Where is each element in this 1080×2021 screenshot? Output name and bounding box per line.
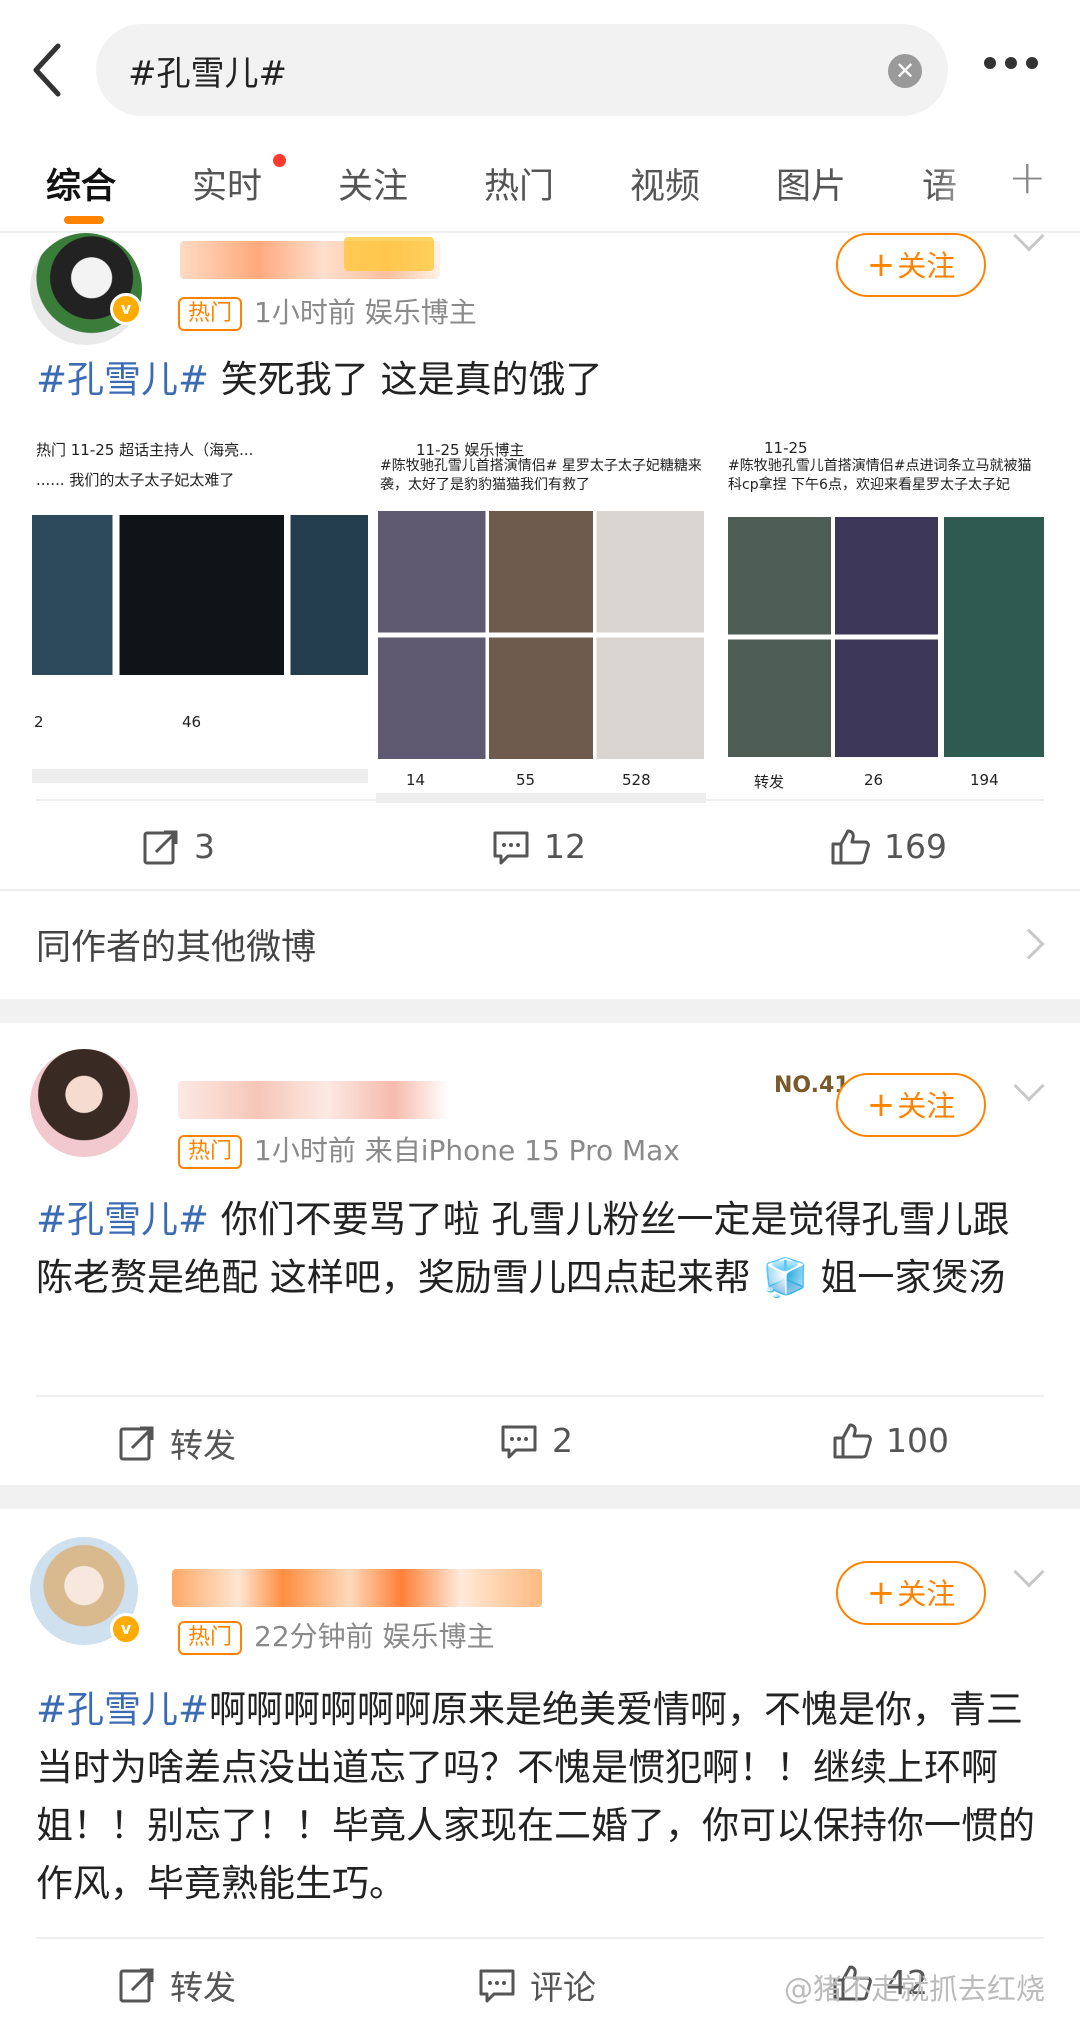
comment-icon <box>493 831 529 864</box>
hashtag-link[interactable]: #孔雪儿# <box>36 358 209 401</box>
tab-hot[interactable]: 热门 <box>484 158 554 209</box>
username-blurred[interactable] <box>178 1081 448 1119</box>
watermark: @猪不走就抓去红烧 <box>784 1972 1046 2006</box>
embedded-image-2[interactable]: 11-25 娱乐博主 #陈牧驰孔雪儿首搭演情侣# 星罗太子太子妃糖糖来袭，太好了… <box>376 433 706 803</box>
search-tabs: 综合 实时 关注 热门 视频 图片 语 + <box>0 140 1080 232</box>
post-text: #孔雪儿# 笑死我了 这是真的饿了 <box>36 358 603 401</box>
comment-icon <box>501 1425 537 1458</box>
post-time-source: 1小时前 来自iPhone 15 Pro Max <box>254 1134 680 1167</box>
repost-icon <box>143 830 178 864</box>
comment-button[interactable]: 2 <box>500 1419 573 1479</box>
hashtag-link[interactable]: #孔雪儿# <box>36 1198 209 1241</box>
hot-badge: 热门 <box>178 297 243 331</box>
post-card: 热门 1小时前 来自iPhone 15 Pro Max NO.41 +关注 #孔雪… <box>0 1023 1080 1485</box>
add-tab-icon[interactable]: + <box>1008 150 1047 204</box>
post-card: v 热门 22分钟前 娱乐博主 +关注 #孔雪儿#啊啊啊啊啊啊原来是绝美爱情啊，不… <box>0 1509 1080 2021</box>
post-text: #孔雪儿# 你们不要骂了啦 孔雪儿粉丝一定是觉得孔雪儿跟陈老赘是绝配 这样吧，奖… <box>36 1198 1010 1299</box>
embedded-image-3[interactable]: 11-25 #陈牧驰孔雪儿首搭演情侣#点进词条立马就被猫科cp拿捏 下午6点，欢… <box>724 433 1048 803</box>
follow-button[interactable]: +关注 <box>836 1561 986 1625</box>
repost-icon <box>119 1426 154 1461</box>
post-time-source: 1小时前 娱乐博主 <box>254 296 477 329</box>
verified-badge-icon: v <box>110 293 142 325</box>
more-options-icon[interactable] <box>984 54 1050 84</box>
repost-button[interactable]: 3 <box>142 825 215 885</box>
thumbs-up-icon <box>831 829 870 864</box>
post-meta: 热门 22分钟前 娱乐博主 <box>178 1615 495 1655</box>
like-button[interactable]: 100 <box>832 1419 949 1479</box>
post-card: v 热门 1小时前 娱乐博主 +关注 #孔雪儿# 笑死我了 这是真的饿了 热门 1… <box>0 220 1080 999</box>
verified-badge-icon: v <box>110 1613 142 1645</box>
repost-icon <box>119 1968 154 2003</box>
top-bar: #孔雪儿# ✕ <box>0 0 1080 140</box>
hashtag-link[interactable]: #孔雪儿# <box>36 1688 209 1731</box>
hot-badge: 热门 <box>178 1621 243 1655</box>
search-query[interactable]: #孔雪儿# <box>128 46 287 95</box>
tab-realtime[interactable]: 实时 <box>192 158 262 209</box>
chevron-right-icon <box>1013 928 1045 960</box>
embedded-image-1[interactable]: 热门 11-25 超话主持人（海亮... ...... 我们的太子太子妃太难了 … <box>32 433 368 783</box>
comment-button[interactable]: 评论 <box>478 1961 596 2021</box>
comment-button[interactable]: 12 <box>492 825 586 885</box>
tab-following[interactable]: 关注 <box>338 158 408 209</box>
clear-search-icon[interactable]: ✕ <box>888 54 922 88</box>
chevron-down-icon[interactable] <box>1013 1070 1045 1102</box>
search-bar[interactable]: #孔雪儿# ✕ <box>96 24 948 116</box>
post-meta: 热门 1小时前 娱乐博主 <box>178 291 477 331</box>
repost-button[interactable]: 转发 <box>118 1419 236 1479</box>
like-button[interactable]: 169 <box>830 825 947 885</box>
post-time-source: 22分钟前 娱乐博主 <box>254 1620 495 1653</box>
hot-badge: 热门 <box>178 1135 243 1169</box>
avatar[interactable] <box>30 1049 138 1157</box>
active-tab-indicator <box>64 216 104 224</box>
post-text: #孔雪儿#啊啊啊啊啊啊原来是绝美爱情啊，不愧是你，青三当时为啥差点没出道忘了吗？… <box>36 1688 1035 1905</box>
follow-button[interactable]: +关注 <box>836 1073 986 1137</box>
username-blurred[interactable] <box>172 1569 542 1607</box>
back-arrow-icon[interactable] <box>28 40 68 100</box>
comment-icon <box>479 1969 515 2003</box>
new-content-dot <box>273 154 286 167</box>
follow-button[interactable]: +关注 <box>836 233 986 297</box>
repost-button[interactable]: 转发 <box>118 1961 236 2021</box>
thumbs-up-icon <box>833 1423 872 1458</box>
tab-video[interactable]: 视频 <box>630 158 700 209</box>
user-level-icon <box>344 237 434 271</box>
tab-comprehensive[interactable]: 综合 <box>46 158 116 209</box>
avatar[interactable] <box>30 233 142 345</box>
post-meta: 热门 1小时前 来自iPhone 15 Pro Max <box>178 1129 680 1169</box>
tab-images[interactable]: 图片 <box>776 158 846 209</box>
chevron-down-icon[interactable] <box>1013 1556 1045 1588</box>
other-posts-from-author[interactable]: 同作者的其他微博 <box>0 891 1080 997</box>
